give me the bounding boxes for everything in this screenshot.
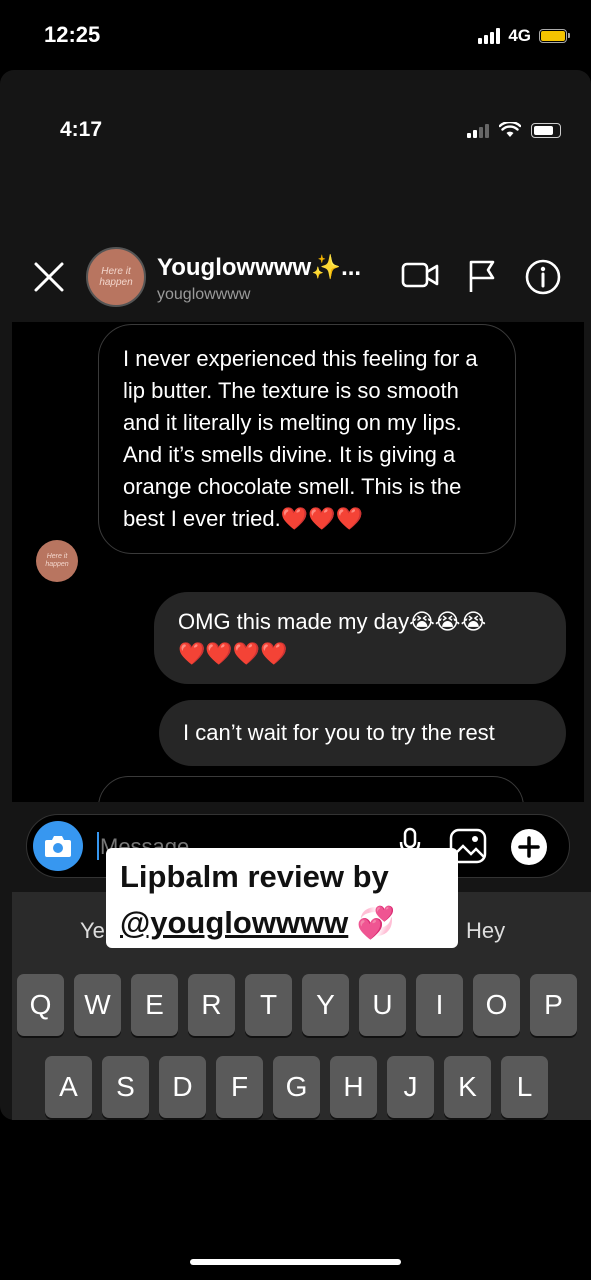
sent-message-text: OMG this made my day <box>178 609 410 634</box>
key-k[interactable]: K <box>444 1056 491 1118</box>
key-a[interactable]: A <box>45 1056 92 1118</box>
key-q[interactable]: Q <box>17 974 64 1036</box>
avatar[interactable]: Here it happen <box>86 247 146 307</box>
avatar-label: Here it happen <box>99 266 133 288</box>
inner-cellular-signal-icon <box>467 122 489 138</box>
chat-title[interactable]: Youglowwww✨... <box>157 253 361 282</box>
suggestion-left[interactable]: Ye <box>80 918 105 944</box>
sent-message[interactable]: OMG this made my day😭😭😭 ❤️❤️❤️❤️ <box>154 592 566 684</box>
inner-status-time: 4:17 <box>60 118 103 141</box>
received-message-text: I never experienced this feeling for a l… <box>123 346 478 531</box>
close-icon[interactable] <box>32 260 66 294</box>
cellular-signal-icon <box>478 28 501 44</box>
key-d[interactable]: D <box>159 1056 206 1118</box>
flag-icon[interactable] <box>466 258 498 294</box>
hearts-emoji: 💞 <box>356 905 396 940</box>
sender-avatar-label: Here it happen <box>45 553 69 568</box>
key-w[interactable]: W <box>74 974 121 1036</box>
key-p[interactable]: P <box>530 974 577 1036</box>
key-j[interactable]: J <box>387 1056 434 1118</box>
key-g[interactable]: G <box>273 1056 320 1118</box>
key-r[interactable]: R <box>188 974 235 1036</box>
received-message-partial[interactable] <box>98 776 524 802</box>
key-e[interactable]: E <box>131 974 178 1036</box>
video-call-icon[interactable] <box>400 258 440 292</box>
home-indicator[interactable] <box>190 1259 401 1265</box>
chat-username: youglowwww <box>157 286 251 303</box>
network-type: 4G <box>508 26 531 45</box>
sent-message[interactable]: I can’t wait for you to try the rest <box>159 700 566 766</box>
add-icon[interactable] <box>510 828 548 866</box>
key-h[interactable]: H <box>330 1056 377 1118</box>
status-indicators: 4G <box>478 26 570 46</box>
camera-icon <box>45 836 71 857</box>
sent-message-text: I can’t wait for you to try the rest <box>183 720 495 745</box>
key-f[interactable]: F <box>216 1056 263 1118</box>
text-cursor <box>97 832 99 860</box>
received-message[interactable]: I never experienced this feeling for a l… <box>98 324 516 554</box>
key-y[interactable]: Y <box>302 974 349 1036</box>
key-l[interactable]: L <box>501 1056 548 1118</box>
info-icon[interactable] <box>524 258 562 296</box>
caption-line: Lipbalm review by <box>120 859 389 894</box>
camera-button[interactable] <box>33 821 83 871</box>
wifi-icon <box>499 122 521 137</box>
key-i[interactable]: I <box>416 974 463 1036</box>
key-s[interactable]: S <box>102 1056 149 1118</box>
key-t[interactable]: T <box>245 974 292 1036</box>
key-o[interactable]: O <box>473 974 520 1036</box>
inner-status-indicators <box>467 122 561 138</box>
suggestion-right[interactable]: Hey <box>466 918 505 944</box>
key-u[interactable]: U <box>359 974 406 1036</box>
caption-sticker[interactable]: Lipbalm review by @youglowwww 💞 <box>106 848 458 948</box>
inner-battery-icon <box>531 122 561 138</box>
message-thread[interactable]: I never experienced this feeling for a l… <box>12 322 584 802</box>
sender-avatar[interactable]: Here it happen <box>36 540 78 582</box>
hearts-emoji: ❤️❤️❤️ <box>280 506 363 531</box>
hearts-emoji: ❤️❤️❤️❤️ <box>178 641 288 666</box>
mention-link[interactable]: @youglowwww <box>120 905 348 940</box>
battery-icon <box>539 29 570 43</box>
status-time: 12:25 <box>44 22 101 47</box>
crying-emoji: 😭😭😭 <box>409 609 487 634</box>
